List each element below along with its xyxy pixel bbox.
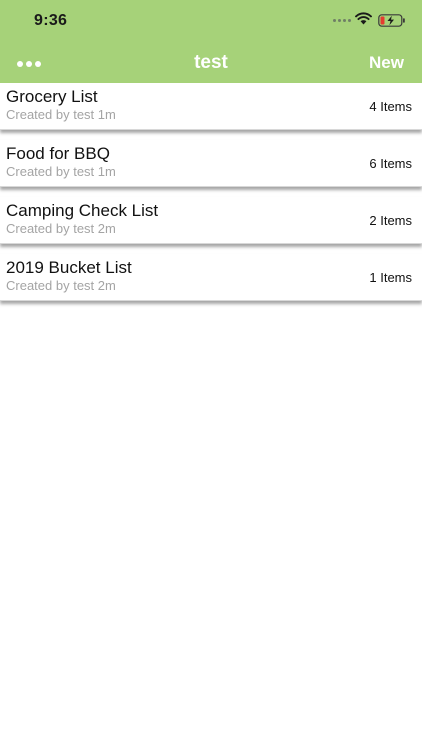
status-time: 9:36 [34, 12, 68, 29]
list-item-title: 2019 Bucket List [6, 258, 132, 277]
list-item[interactable]: Grocery List Created by test 1m 4 Items [0, 83, 422, 130]
new-list-button[interactable]: New [369, 53, 404, 73]
list-item[interactable]: Camping Check List Created by test 2m 2 … [0, 197, 422, 244]
list-item-count: 2 Items [369, 213, 412, 228]
app-header: 9:36 test New [0, 0, 422, 83]
list-item-subtitle: Created by test 1m [6, 164, 116, 179]
list-item-subtitle: Created by test 1m [6, 107, 116, 122]
list-item-subtitle: Created by test 2m [6, 278, 116, 293]
list-item-title: Camping Check List [6, 201, 159, 220]
list-item-subtitle: Created by test 2m [6, 221, 116, 236]
status-bar: 9:36 [0, 0, 422, 42]
page-title: test [194, 52, 228, 73]
navigation-bar: test New [0, 44, 422, 83]
list-item-title: Food for BBQ [6, 144, 110, 163]
lists-container: Grocery List Created by test 1m 4 Items … [0, 83, 422, 311]
list-item[interactable]: Food for BBQ Created by test 1m 6 Items [0, 140, 422, 187]
battery-charging-icon [378, 14, 405, 27]
list-item-count: 1 Items [369, 270, 412, 285]
list-item[interactable]: 2019 Bucket List Created by test 2m 1 It… [0, 254, 422, 301]
wifi-icon [355, 12, 372, 25]
list-item-count: 6 Items [369, 156, 412, 171]
cellular-signal-icon [333, 19, 351, 22]
list-item-title: Grocery List [6, 87, 98, 106]
list-item-count: 4 Items [369, 99, 412, 114]
